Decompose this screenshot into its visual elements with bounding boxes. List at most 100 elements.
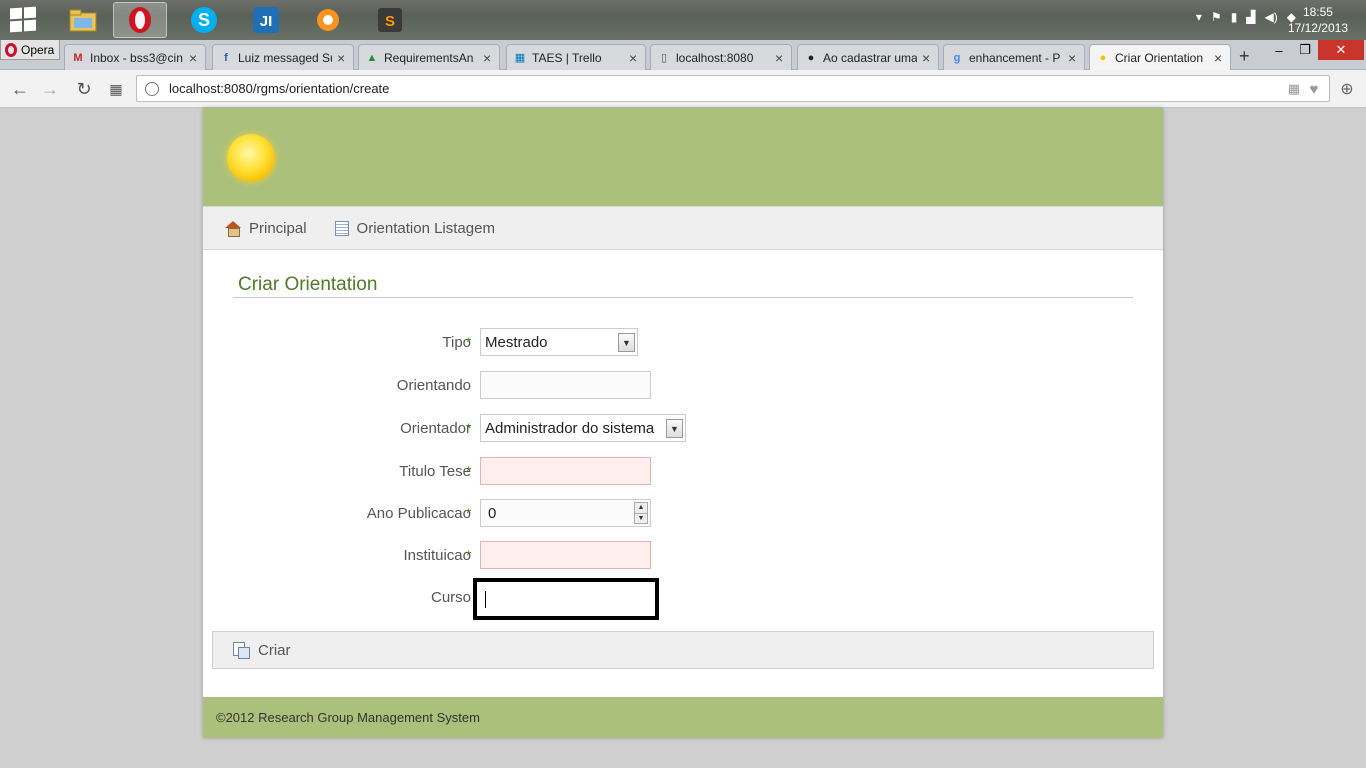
instituicao-input[interactable] [480,541,651,569]
speed-dial-icon[interactable]: ▦ [105,78,127,100]
tipo-select[interactable]: Mestrado ▼ [480,328,638,356]
maximize-button[interactable]: ❐ [1294,40,1316,60]
spin-down-icon[interactable]: ▼ [635,512,647,523]
orientando-label: Orientando [396,377,471,394]
page-header [203,108,1163,206]
tab-favicon-icon: ▦ [514,52,526,64]
svg-text:S: S [385,13,395,30]
tab-title: Criar Orientation [1115,51,1204,65]
download-icon[interactable]: ⊕ [1336,78,1358,100]
minimize-button[interactable]: – [1268,40,1290,60]
curso-input[interactable] [473,578,659,620]
heart-icon[interactable]: ♥ [1303,78,1325,100]
forward-arrow-icon[interactable]: → [39,78,61,100]
browser-tab[interactable]: ▯ localhost:8080 × [650,44,792,70]
page-content: Criar Orientation [203,250,1163,298]
nav-home-label: Principal [249,219,307,237]
browser-tab[interactable]: ● Ao cadastrar uma × [797,44,939,70]
svg-text:JI: JI [260,13,273,30]
orientando-input[interactable] [480,371,651,399]
tab-favicon-icon: M [73,51,83,64]
reload-icon[interactable]: ↻ [73,78,95,100]
windows-start-icon[interactable] [10,6,38,33]
titulo-tese-label: Titulo Tese [399,463,471,480]
titulo-tese-input[interactable] [480,457,651,485]
orientador-select[interactable]: Administrador do sistema ▼ [480,414,686,442]
form-row-tipo: Tipo * Mestrado ▼ [203,328,1163,358]
file-explorer-taskbar-button[interactable] [56,2,110,38]
tab-title: enhancement - P [969,50,1061,65]
tab-favicon-icon: ▲ [366,51,378,64]
tray-expand-icon[interactable]: ▾ [1196,10,1202,24]
tab-close-icon[interactable]: × [1214,50,1224,66]
required-mark: * [466,334,472,350]
tab-close-icon[interactable]: × [337,50,347,66]
tab-title: Inbox - bss3@cin [90,50,183,65]
avast-icon [317,9,339,31]
opera-menu-label: Opera [21,42,55,57]
list-icon [334,220,349,236]
grid-view-icon[interactable]: ▦ [1283,78,1305,100]
system-tray: ▾ ⚑ ▮ ▟ ◀) ◆ [1196,10,1296,24]
close-window-button[interactable]: ✕ [1318,40,1364,60]
tab-title: Luiz messaged Su [238,50,332,65]
tab-title: TAES | Trello [532,50,602,65]
clock-time: 18:55 [1302,5,1333,19]
tab-favicon-icon: ● [807,51,815,64]
battery-icon[interactable]: ▮ [1231,10,1238,24]
opera-icon [129,7,151,33]
opera-taskbar-button[interactable] [113,2,167,38]
orientador-label: Orientador [400,420,471,437]
flag-icon[interactable]: ⚑ [1211,10,1222,24]
intellij-icon: JI [253,7,279,33]
sun-logo-icon [227,134,275,182]
browser-tab[interactable]: ● Criar Orientation × [1089,44,1231,71]
form-row-titulo-tese: Titulo Tese * [203,457,1163,487]
new-tab-button[interactable]: + [1239,46,1250,67]
home-icon [225,221,241,237]
folder-icon [69,9,97,32]
spinner-buttons: ▲ ▼ [634,502,648,524]
tab-close-icon[interactable]: × [1068,50,1078,66]
intellij-taskbar-button[interactable]: JI [239,2,293,38]
required-mark: * [466,420,472,436]
skype-taskbar-button[interactable]: S [177,2,231,38]
nav-list-link[interactable]: Orientation Listagem [334,219,495,237]
tab-close-icon[interactable]: × [775,50,785,66]
nav-list-label: Orientation Listagem [356,219,495,237]
tab-close-icon[interactable]: × [189,50,199,66]
address-bar[interactable]: localhost:8080/rgms/orientation/create [136,75,1330,102]
browser-tab[interactable]: f Luiz messaged Su × [212,44,354,70]
page-title: Criar Orientation [233,274,1133,298]
browser-tab[interactable]: ▦ TAES | Trello × [506,44,646,70]
required-mark: * [466,463,472,479]
ano-publicacao-stepper[interactable]: 0 ▲ ▼ [480,499,651,527]
tab-close-icon[interactable]: × [629,50,639,66]
ano-publicacao-label: Ano Publicacao [366,505,471,522]
form-row-instituicao: Instituicao * [203,541,1163,571]
browser-tab[interactable]: g enhancement - P × [943,44,1085,70]
page-container: Principal Orientation Listagem Criar Ori… [203,108,1163,738]
create-icon [233,642,250,659]
sublime-taskbar-button[interactable]: S [363,2,417,38]
address-url: localhost:8080/rgms/orientation/create [169,81,390,96]
form-buttons-bar: Criar [212,631,1154,669]
chevron-down-icon: ▼ [666,419,683,438]
tab-favicon-icon: ▯ [660,52,668,64]
back-arrow-icon[interactable]: ← [9,78,31,100]
opera-menu-button[interactable]: Opera [0,40,60,60]
spin-up-icon[interactable]: ▲ [635,503,647,513]
tab-close-icon[interactable]: × [922,50,932,66]
browser-tab[interactable]: ▲ RequirementsAn × [358,44,500,70]
avast-taskbar-button[interactable] [301,2,355,38]
nav-home-link[interactable]: Principal [225,220,307,237]
tab-favicon-icon: ● [1099,52,1107,64]
orientador-select-value: Administrador do sistema [485,419,655,437]
signal-icon[interactable]: ▟ [1246,10,1255,24]
tab-close-icon[interactable]: × [483,50,493,66]
create-button[interactable]: Criar [233,642,291,659]
clock[interactable]: 18:55 17/12/2013 [1288,4,1348,36]
browser-tab[interactable]: M Inbox - bss3@cin × [64,44,206,70]
volume-icon[interactable]: ◀) [1265,10,1278,24]
tab-favicon-icon: f [224,51,228,64]
